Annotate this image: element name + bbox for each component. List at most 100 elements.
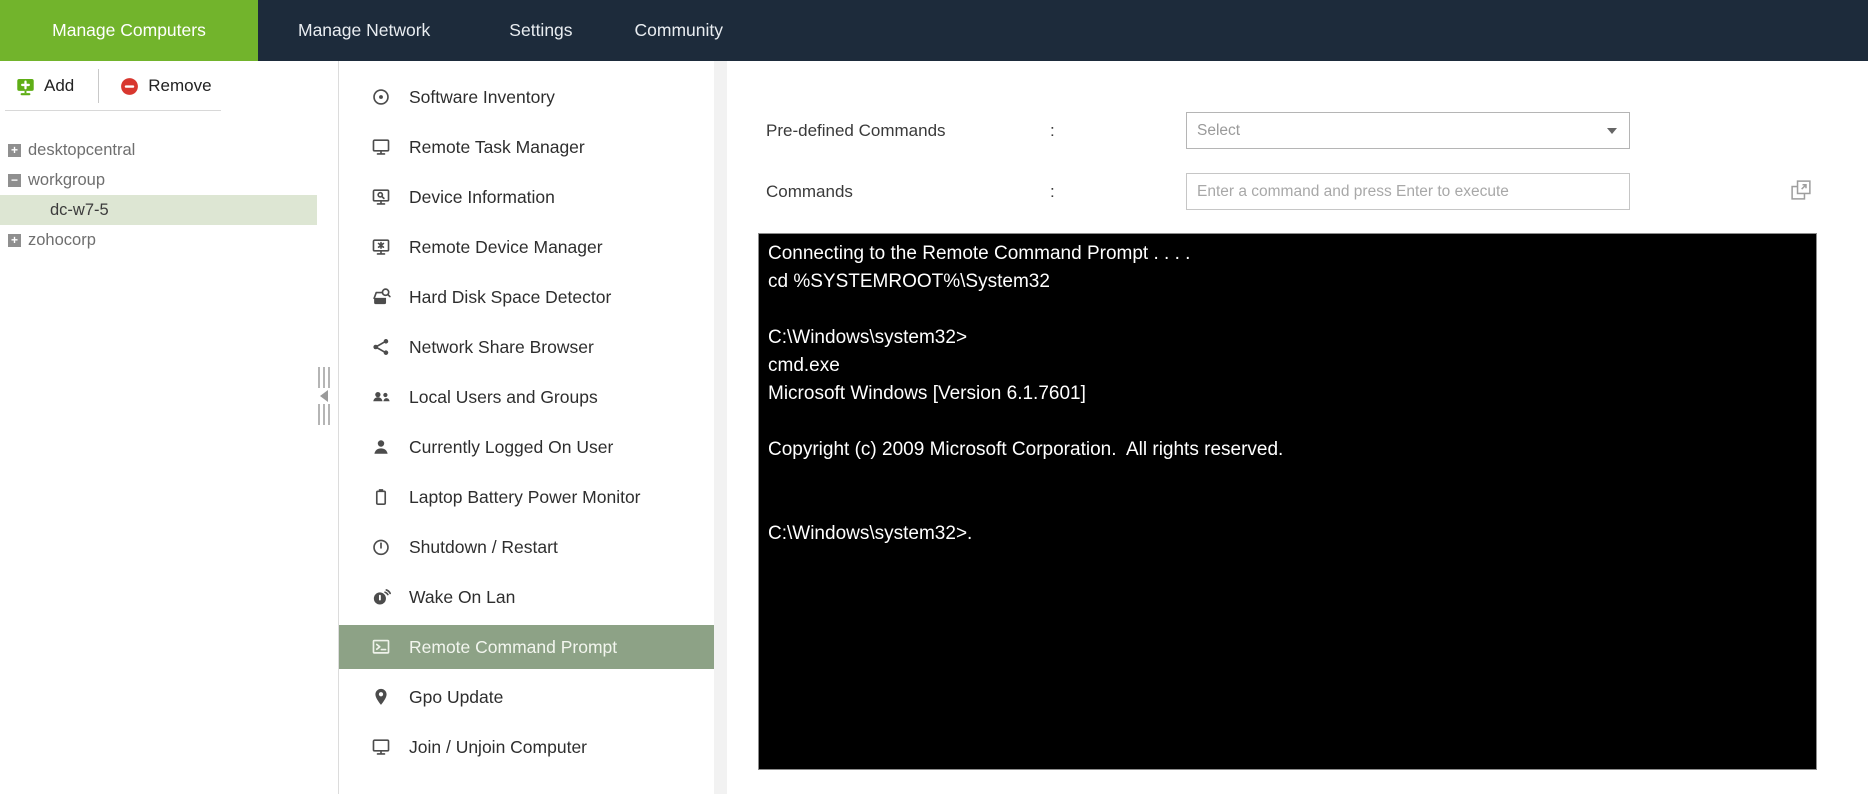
hard-disk-space-detector-icon (370, 286, 392, 308)
computer-toolbar: Add Remove (0, 61, 338, 111)
console-line: Connecting to the Remote Command Prompt … (768, 240, 1808, 268)
tree-toggle-icon[interactable] (8, 174, 21, 187)
tab-label: Settings (509, 20, 572, 41)
tree-toggle-icon[interactable] (8, 234, 21, 247)
add-button[interactable]: Add (15, 76, 74, 97)
device-information-icon (370, 186, 392, 208)
tool-item-remote-command-prompt[interactable]: Remote Command Prompt (339, 625, 714, 669)
predefined-commands-colon: : (1050, 121, 1055, 141)
software-inventory-icon (370, 86, 392, 108)
predefined-commands-row: Pre-defined Commands : Select (727, 112, 1868, 149)
command-input[interactable] (1186, 173, 1630, 210)
tool-item-label: Device Information (409, 187, 555, 208)
console-line: cmd.exe (768, 352, 1808, 380)
wake-on-lan-icon (370, 586, 392, 608)
console-line (768, 296, 1808, 324)
console-line: C:\Windows\system32> (768, 324, 1808, 352)
tool-item-wake-on-lan[interactable]: Wake On Lan (339, 575, 714, 619)
tree-node-label: workgroup (28, 171, 105, 190)
tools-scrollbar[interactable] (714, 61, 727, 794)
tool-item-software-inventory[interactable]: Software Inventory (339, 75, 714, 119)
tool-item-label: Software Inventory (409, 87, 555, 108)
logged-on-user-icon (370, 436, 392, 458)
remote-task-manager-icon (370, 136, 392, 158)
dropdown-arrow-icon (1607, 128, 1617, 134)
splitter-stripes (318, 404, 332, 425)
commands-label: Commands (766, 182, 853, 202)
console-line (768, 408, 1808, 436)
tool-item-join-unjoin-computer[interactable]: Join / Unjoin Computer (339, 725, 714, 769)
tab-community[interactable]: Community (635, 0, 724, 61)
open-new-window-icon (1788, 177, 1814, 203)
tools-panel: Software Inventory Remote Task Manager D… (339, 61, 714, 794)
tree-node-dc-w7-5[interactable]: dc-w7-5 (0, 195, 317, 225)
predefined-commands-label: Pre-defined Commands (766, 121, 946, 141)
console-line: Copyright (c) 2009 Microsoft Corporation… (768, 436, 1808, 464)
tool-item-label: Remote Task Manager (409, 137, 585, 158)
tool-item-device-information[interactable]: Device Information (339, 175, 714, 219)
predefined-commands-select-value: Select (1197, 122, 1240, 139)
tool-item-label: Hard Disk Space Detector (409, 287, 611, 308)
tool-item-label: Currently Logged On User (409, 437, 613, 458)
tool-item-remote-device-manager[interactable]: Remote Device Manager (339, 225, 714, 269)
tool-item-hard-disk-space-detector[interactable]: Hard Disk Space Detector (339, 275, 714, 319)
main-panel: Pre-defined Commands : Select Commands :… (727, 61, 1868, 794)
app-window: Manage Computers Manage Network Settings… (0, 0, 1868, 794)
remove-computer-icon (119, 76, 140, 97)
console-line: Microsoft Windows [Version 6.1.7601] (768, 380, 1808, 408)
tool-item-network-share-browser[interactable]: Network Share Browser (339, 325, 714, 369)
tool-item-label: Local Users and Groups (409, 387, 598, 408)
tree-node-desktopcentral[interactable]: desktopcentral (0, 135, 338, 165)
tool-item-label: Join / Unjoin Computer (409, 737, 587, 758)
local-users-groups-icon (370, 386, 392, 408)
tab-manage-computers[interactable]: Manage Computers (0, 0, 258, 61)
console-line (768, 464, 1808, 492)
battery-icon (370, 486, 392, 508)
remote-device-manager-icon (370, 236, 392, 258)
tree-node-label: zohocorp (28, 231, 96, 250)
tab-label: Manage Computers (52, 20, 206, 41)
add-label: Add (44, 76, 74, 96)
tree-node-workgroup[interactable]: workgroup (0, 165, 338, 195)
tab-label: Manage Network (298, 20, 430, 41)
add-computer-icon (15, 76, 36, 97)
open-new-window-button[interactable] (1788, 177, 1814, 203)
tool-item-label: Remote Command Prompt (409, 637, 617, 658)
tab-settings[interactable]: Settings (509, 0, 572, 61)
tool-item-label: Remote Device Manager (409, 237, 603, 258)
tree-toggle-icon[interactable] (8, 144, 21, 157)
tool-item-local-users-and-groups[interactable]: Local Users and Groups (339, 375, 714, 419)
tool-item-label: Wake On Lan (409, 587, 515, 608)
network-share-browser-icon (370, 336, 392, 358)
gpo-update-icon (370, 686, 392, 708)
tree-node-label: desktopcentral (28, 141, 135, 160)
tree-node-zohocorp[interactable]: zohocorp (0, 225, 338, 255)
tool-item-label: Laptop Battery Power Monitor (409, 487, 641, 508)
top-nav: Manage Computers Manage Network Settings… (0, 0, 1868, 61)
tab-manage-network[interactable]: Manage Network (298, 0, 430, 61)
tool-item-currently-logged-on-user[interactable]: Currently Logged On User (339, 425, 714, 469)
tool-item-gpo-update[interactable]: Gpo Update (339, 675, 714, 719)
tab-label: Community (635, 20, 724, 41)
tool-item-label: Gpo Update (409, 687, 503, 708)
console-line (768, 492, 1808, 520)
console-line: cd %SYSTEMROOT%\System32 (768, 268, 1808, 296)
tree-node-label: dc-w7-5 (50, 201, 109, 220)
tool-item-laptop-battery-power-monitor[interactable]: Laptop Battery Power Monitor (339, 475, 714, 519)
predefined-commands-select[interactable]: Select (1186, 112, 1630, 149)
join-unjoin-computer-icon (370, 736, 392, 758)
nav-tabs: Manage Computers Manage Network Settings… (0, 0, 1868, 61)
tool-item-label: Network Share Browser (409, 337, 594, 358)
commands-row: Commands : (727, 173, 1868, 210)
remove-label: Remove (148, 76, 211, 96)
collapse-panel-handle[interactable] (318, 367, 334, 425)
toolbar-divider (98, 69, 99, 103)
tool-item-shutdown-restart[interactable]: Shutdown / Restart (339, 525, 714, 569)
splitter-stripes (318, 367, 332, 388)
tool-item-remote-task-manager[interactable]: Remote Task Manager (339, 125, 714, 169)
console-output[interactable]: Connecting to the Remote Command Prompt … (758, 233, 1817, 770)
remove-button[interactable]: Remove (119, 76, 211, 97)
tool-item-label: Shutdown / Restart (409, 537, 558, 558)
shutdown-restart-icon (370, 536, 392, 558)
remote-command-prompt-icon (370, 636, 392, 658)
